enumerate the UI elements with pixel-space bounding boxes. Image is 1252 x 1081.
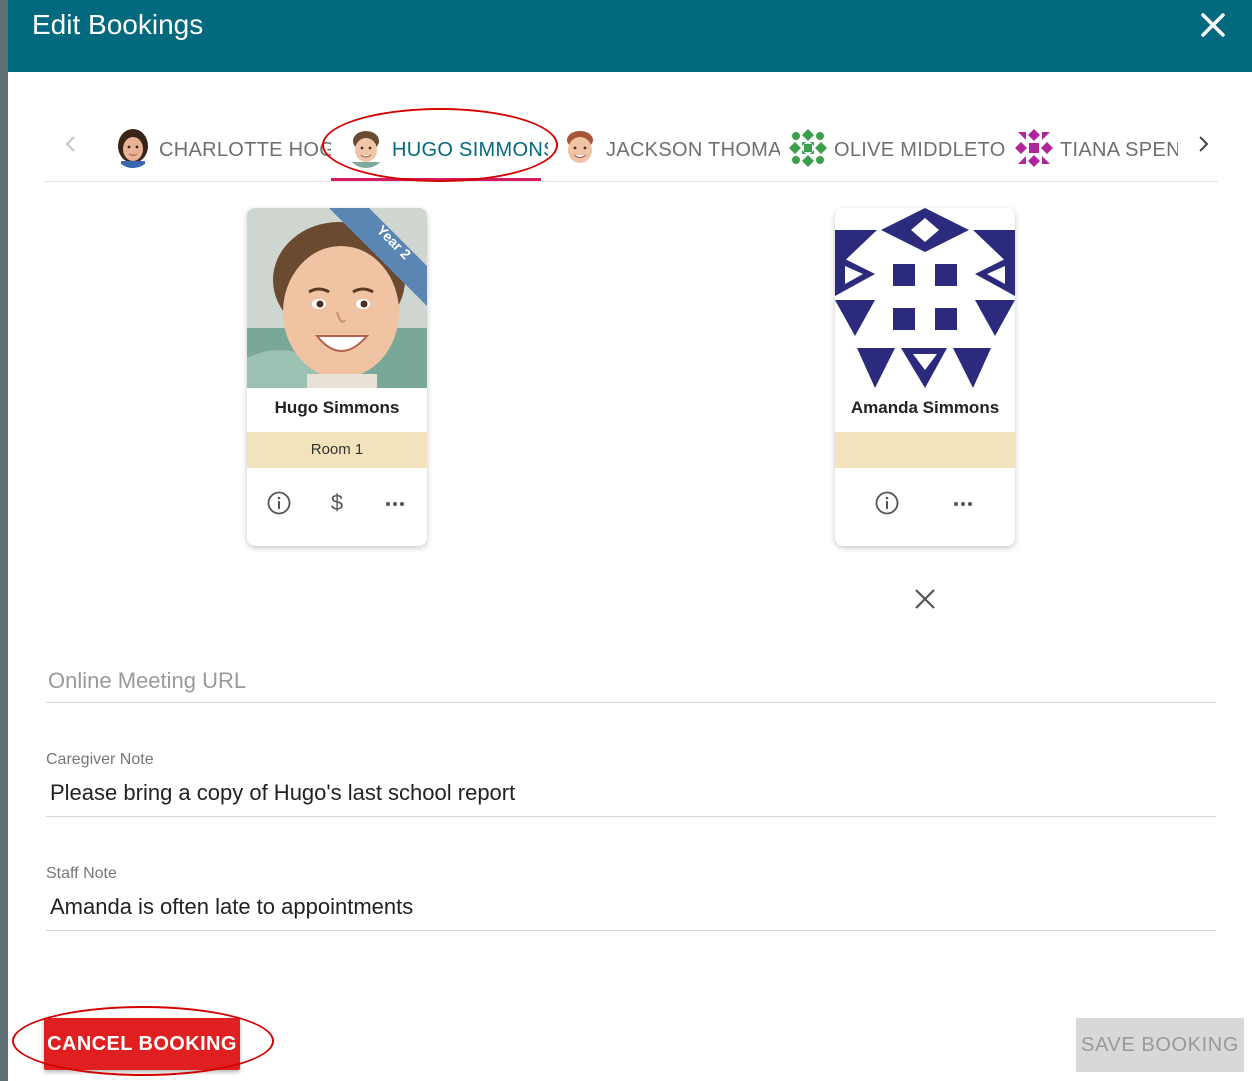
child-photo: Year 2 (247, 208, 427, 388)
info-icon[interactable] (874, 490, 900, 516)
dialog-title: Edit Bookings (32, 9, 204, 40)
tab-label: OLIVE MIDDLETON (834, 139, 1006, 161)
chevron-right-icon[interactable] (1193, 134, 1213, 154)
student-tabs: CHARLOTTE HOGAN HUGO SIMMONS (45, 108, 1218, 182)
info-icon[interactable] (266, 490, 292, 516)
dialog-header: Edit Bookings (8, 0, 1252, 72)
tab-label: JACKSON THOMAS (606, 139, 780, 161)
child-avatar (113, 128, 153, 168)
cancel-booking-button[interactable]: CANCEL BOOKING (44, 1018, 240, 1070)
caregiver-card: Amanda Simmons (835, 208, 1015, 546)
staff-note-field[interactable]: Staff Note Amanda is often late to appoi… (46, 862, 1216, 931)
child-avatar (346, 128, 386, 168)
tab-label: CHARLOTTE HOGAN (159, 139, 331, 161)
svg-text:$: $ (331, 490, 343, 515)
tab-olive[interactable]: OLIVE MIDDLETON (788, 126, 1006, 172)
remove-caregiver-close-icon[interactable] (914, 588, 936, 610)
online-meeting-url-field[interactable]: Online Meeting URL (46, 664, 1216, 703)
room-badge: Room 1 (247, 432, 427, 468)
caregiver-note-field[interactable]: Caregiver Note Please bring a copy of Hu… (46, 748, 1216, 817)
tab-tiana[interactable]: TIANA SPENCER (1014, 126, 1178, 172)
online-meeting-url-placeholder: Online Meeting URL (48, 668, 247, 693)
tab-label: TIANA SPENCER (1060, 139, 1178, 161)
room-badge (835, 432, 1015, 468)
more-icon[interactable] (382, 490, 408, 516)
save-booking-button[interactable]: SAVE BOOKING (1076, 1018, 1244, 1072)
caregiver-note-value: Please bring a copy of Hugo's last schoo… (50, 780, 516, 805)
magenta-identicon-icon (1014, 128, 1054, 168)
more-icon[interactable] (950, 490, 976, 516)
child-avatar (560, 128, 600, 168)
active-tab-indicator (331, 178, 541, 181)
chevron-left-icon[interactable] (61, 134, 81, 154)
child-card: Year 2 Hugo Simmons Room 1 $ (247, 208, 427, 546)
close-icon[interactable] (1196, 8, 1230, 42)
caregiver-name: Amanda Simmons (850, 398, 1000, 417)
edit-bookings-dialog: Edit Bookings CHARLOTTE HOGAN (8, 0, 1252, 1081)
tab-charlotte[interactable]: CHARLOTTE HOGAN (113, 126, 331, 172)
tab-hugo[interactable]: HUGO SIMMONS (346, 126, 548, 172)
tab-label: HUGO SIMMONS (392, 139, 548, 161)
dollar-icon[interactable]: $ (324, 490, 350, 516)
tab-jackson[interactable]: JACKSON THOMAS (560, 126, 780, 172)
staff-note-label: Staff Note (46, 865, 117, 882)
caregiver-note-label: Caregiver Note (46, 751, 154, 768)
child-name: Hugo Simmons (274, 398, 400, 417)
year-ribbon (329, 208, 427, 306)
staff-note-value: Amanda is often late to appointments (50, 894, 414, 919)
navy-identicon-icon (835, 208, 1015, 388)
page-backdrop (0, 0, 8, 1081)
green-identicon-icon (788, 128, 828, 168)
